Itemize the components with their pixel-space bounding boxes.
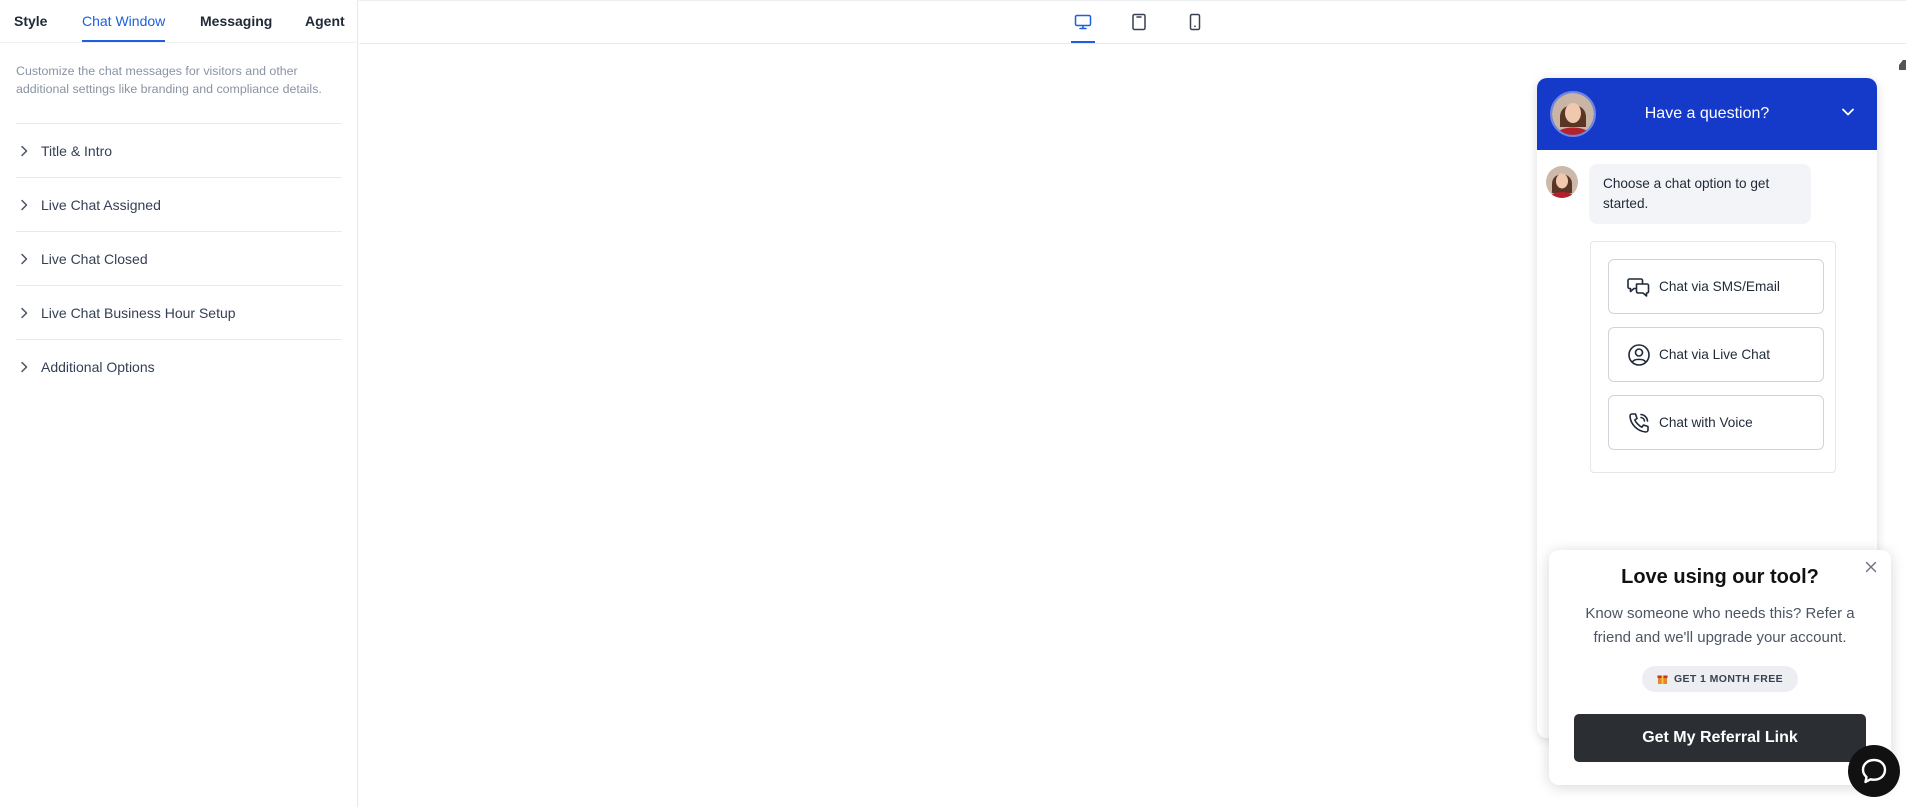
accordion-label: Live Chat Closed <box>41 250 148 267</box>
tab-chat-window[interactable]: Chat Window <box>82 0 166 42</box>
desktop-icon <box>1074 14 1092 30</box>
chat-title: Have a question? <box>1644 105 1770 122</box>
badge-label: GET 1 MONTH FREE <box>1673 673 1784 685</box>
tab-style[interactable]: Style <box>14 0 47 42</box>
chat-bubble-icon <box>1861 758 1887 784</box>
accordion-label: Additional Options <box>41 358 155 375</box>
chevron-down-icon[interactable] <box>1841 104 1855 122</box>
referral-title: Love using our tool? <box>1621 566 1819 588</box>
chat-live-chat-button[interactable]: Chat via Live Chat <box>1608 327 1824 382</box>
tab-agent[interactable]: Agent <box>305 0 345 42</box>
settings-tabs: Style Chat Window Messaging Agent <box>0 0 358 43</box>
option-label: Chat via SMS/Email <box>1659 279 1780 294</box>
settings-sidebar: Style Chat Window Messaging Agent Custom… <box>0 0 358 807</box>
chevron-right-icon <box>16 199 41 211</box>
mobile-icon <box>1189 13 1201 31</box>
free-month-badge: GET 1 MONTH FREE <box>1642 666 1798 692</box>
tablet-preview-button[interactable] <box>1123 1 1155 43</box>
chevron-right-icon <box>16 253 41 265</box>
accordion-additional-options[interactable]: Additional Options <box>16 340 342 393</box>
accordion-business-hour-setup[interactable]: Live Chat Business Hour Setup <box>16 286 342 340</box>
accordion-label: Live Chat Business Hour Setup <box>41 304 236 321</box>
chevron-right-icon <box>16 307 41 319</box>
section-description: Customize the chat messages for visitors… <box>16 64 322 96</box>
get-referral-link-button[interactable]: Get My Referral Link <box>1574 714 1866 762</box>
accordion-label: Title & Intro <box>41 142 113 159</box>
chevron-right-icon <box>16 145 41 157</box>
referral-description: Know someone who needs this? Refer a fri… <box>1585 605 1855 646</box>
accordion-live-chat-assigned[interactable]: Live Chat Assigned <box>16 178 342 232</box>
agent-avatar-small <box>1546 166 1578 198</box>
chat-sms-email-button[interactable]: Chat via SMS/Email <box>1608 259 1824 314</box>
user-circle-icon <box>1627 343 1653 367</box>
chat-launcher-button[interactable] <box>1848 745 1900 797</box>
mobile-preview-button[interactable] <box>1179 1 1211 43</box>
tab-messaging[interactable]: Messaging <box>200 0 272 42</box>
tablet-icon <box>1132 13 1146 31</box>
desktop-preview-button[interactable] <box>1067 1 1099 43</box>
chat-header: Have a question? <box>1537 78 1877 150</box>
settings-accordion: Title & Intro Live Chat Assigned Live Ch… <box>16 123 342 393</box>
scroll-up-icon[interactable] <box>1898 56 1906 70</box>
accordion-title-intro[interactable]: Title & Intro <box>16 124 342 178</box>
phone-icon <box>1627 411 1653 435</box>
intro-message-bubble: Choose a chat option to get started. <box>1589 164 1811 224</box>
chevron-right-icon <box>16 361 41 373</box>
chat-voice-button[interactable]: Chat with Voice <box>1608 395 1824 450</box>
chat-options-panel: Chat via SMS/Email Chat via Live Chat Ch… <box>1590 241 1836 473</box>
accordion-live-chat-closed[interactable]: Live Chat Closed <box>16 232 342 286</box>
chat-bubbles-icon <box>1627 276 1653 298</box>
gift-icon <box>1657 673 1668 685</box>
accordion-label: Live Chat Assigned <box>41 196 161 213</box>
option-label: Chat with Voice <box>1659 415 1753 430</box>
preview-toolbar <box>359 0 1906 44</box>
referral-popup: Love using our tool? Know someone who ne… <box>1549 550 1891 785</box>
option-label: Chat via Live Chat <box>1659 347 1771 362</box>
